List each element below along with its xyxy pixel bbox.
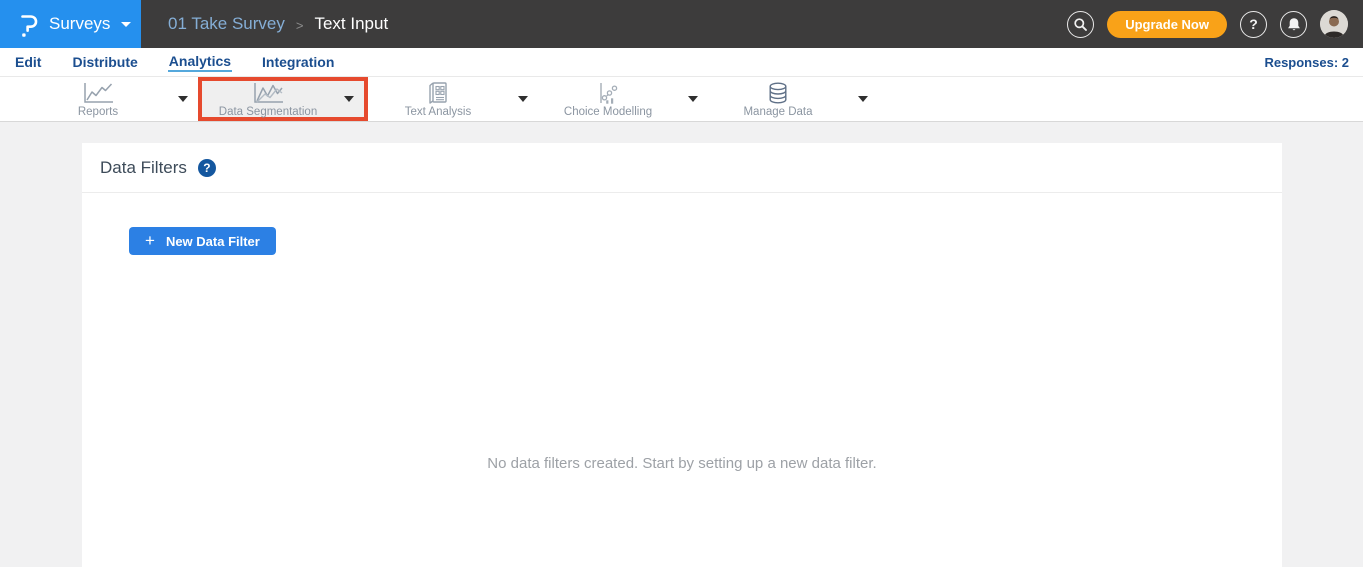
empty-state-message: No data filters created. Start by settin… (82, 455, 1282, 472)
search-button[interactable] (1067, 11, 1094, 38)
bell-icon (1287, 17, 1301, 32)
data-segmentation-label: Data Segmentation (219, 106, 317, 118)
topbar-actions: Upgrade Now ? (1067, 0, 1363, 48)
plus-icon: + (145, 232, 155, 249)
manage-data-button[interactable]: Manage Data (708, 77, 848, 121)
responses-count[interactable]: Responses: 2 (1264, 55, 1349, 70)
notifications-button[interactable] (1280, 11, 1307, 38)
reports-button[interactable]: Reports (28, 77, 168, 121)
breadcrumb-survey-link[interactable]: 01 Take Survey (168, 14, 285, 34)
data-filters-card: Data Filters ? + New Data Filter No data… (82, 143, 1282, 567)
choice-modelling-label: Choice Modelling (564, 106, 652, 118)
tab-edit[interactable]: Edit (14, 53, 42, 71)
multi-line-chart-icon (250, 81, 286, 105)
line-chart-icon (80, 81, 116, 105)
toolbar-unit-reports: Reports (28, 77, 198, 121)
upgrade-now-button[interactable]: Upgrade Now (1107, 11, 1227, 38)
help-button[interactable]: ? (1240, 11, 1267, 38)
proprofs-p-icon (18, 10, 40, 38)
reports-dropdown[interactable] (168, 77, 198, 121)
caret-down-icon (858, 96, 868, 102)
breadcrumb-current-page: Text Input (314, 14, 388, 34)
toolbar-unit-data-segmentation: Data Segmentation (198, 77, 368, 121)
text-analysis-dropdown[interactable] (508, 77, 538, 121)
toolbar-unit-manage-data: Manage Data (708, 77, 878, 121)
scatter-line-chart-icon (595, 81, 621, 105)
breadcrumb-separator: > (296, 16, 304, 33)
caret-down-icon (178, 96, 188, 102)
help-icon: ? (1249, 16, 1258, 32)
tab-integration[interactable]: Integration (261, 53, 335, 71)
survey-tabs: Edit Distribute Analytics Integration Re… (0, 48, 1363, 76)
manage-data-label: Manage Data (743, 106, 812, 118)
caret-down-icon (344, 96, 354, 102)
analytics-toolbar: Reports Data Segmentation (0, 76, 1363, 122)
breadcrumb: 01 Take Survey > Text Input (168, 0, 388, 48)
manage-data-dropdown[interactable] (848, 77, 878, 121)
product-name: Surveys (49, 14, 110, 34)
text-analysis-label: Text Analysis (405, 106, 471, 118)
card-body: + New Data Filter No data filters create… (82, 193, 1282, 566)
choice-modelling-dropdown[interactable] (678, 77, 708, 121)
database-icon (765, 81, 791, 105)
choice-modelling-button[interactable]: Choice Modelling (538, 77, 678, 121)
caret-down-icon (688, 96, 698, 102)
new-data-filter-label: New Data Filter (166, 234, 260, 249)
search-icon (1073, 17, 1088, 32)
page-title: Data Filters (100, 158, 187, 178)
toolbar-unit-choice-modelling: Choice Modelling (538, 77, 708, 121)
product-switcher[interactable]: Surveys (0, 0, 141, 48)
caret-down-icon (518, 96, 528, 102)
data-segmentation-dropdown[interactable] (334, 81, 364, 117)
card-header: Data Filters ? (82, 143, 1282, 193)
toolbar-unit-text-analysis: Text Analysis (368, 77, 538, 121)
tab-distribute[interactable]: Distribute (71, 53, 138, 71)
data-segmentation-button[interactable]: Data Segmentation (202, 81, 334, 117)
reports-label: Reports (78, 106, 118, 118)
page-content: Data Filters ? + New Data Filter No data… (0, 122, 1363, 567)
top-bar: Surveys 01 Take Survey > Text Input Upgr… (0, 0, 1363, 48)
new-data-filter-button[interactable]: + New Data Filter (129, 227, 276, 255)
chevron-down-icon (121, 22, 131, 27)
text-analysis-button[interactable]: Text Analysis (368, 77, 508, 121)
avatar[interactable] (1320, 10, 1348, 38)
tab-analytics[interactable]: Analytics (168, 52, 232, 72)
help-badge-icon[interactable]: ? (198, 159, 216, 177)
document-grid-icon (425, 81, 451, 105)
